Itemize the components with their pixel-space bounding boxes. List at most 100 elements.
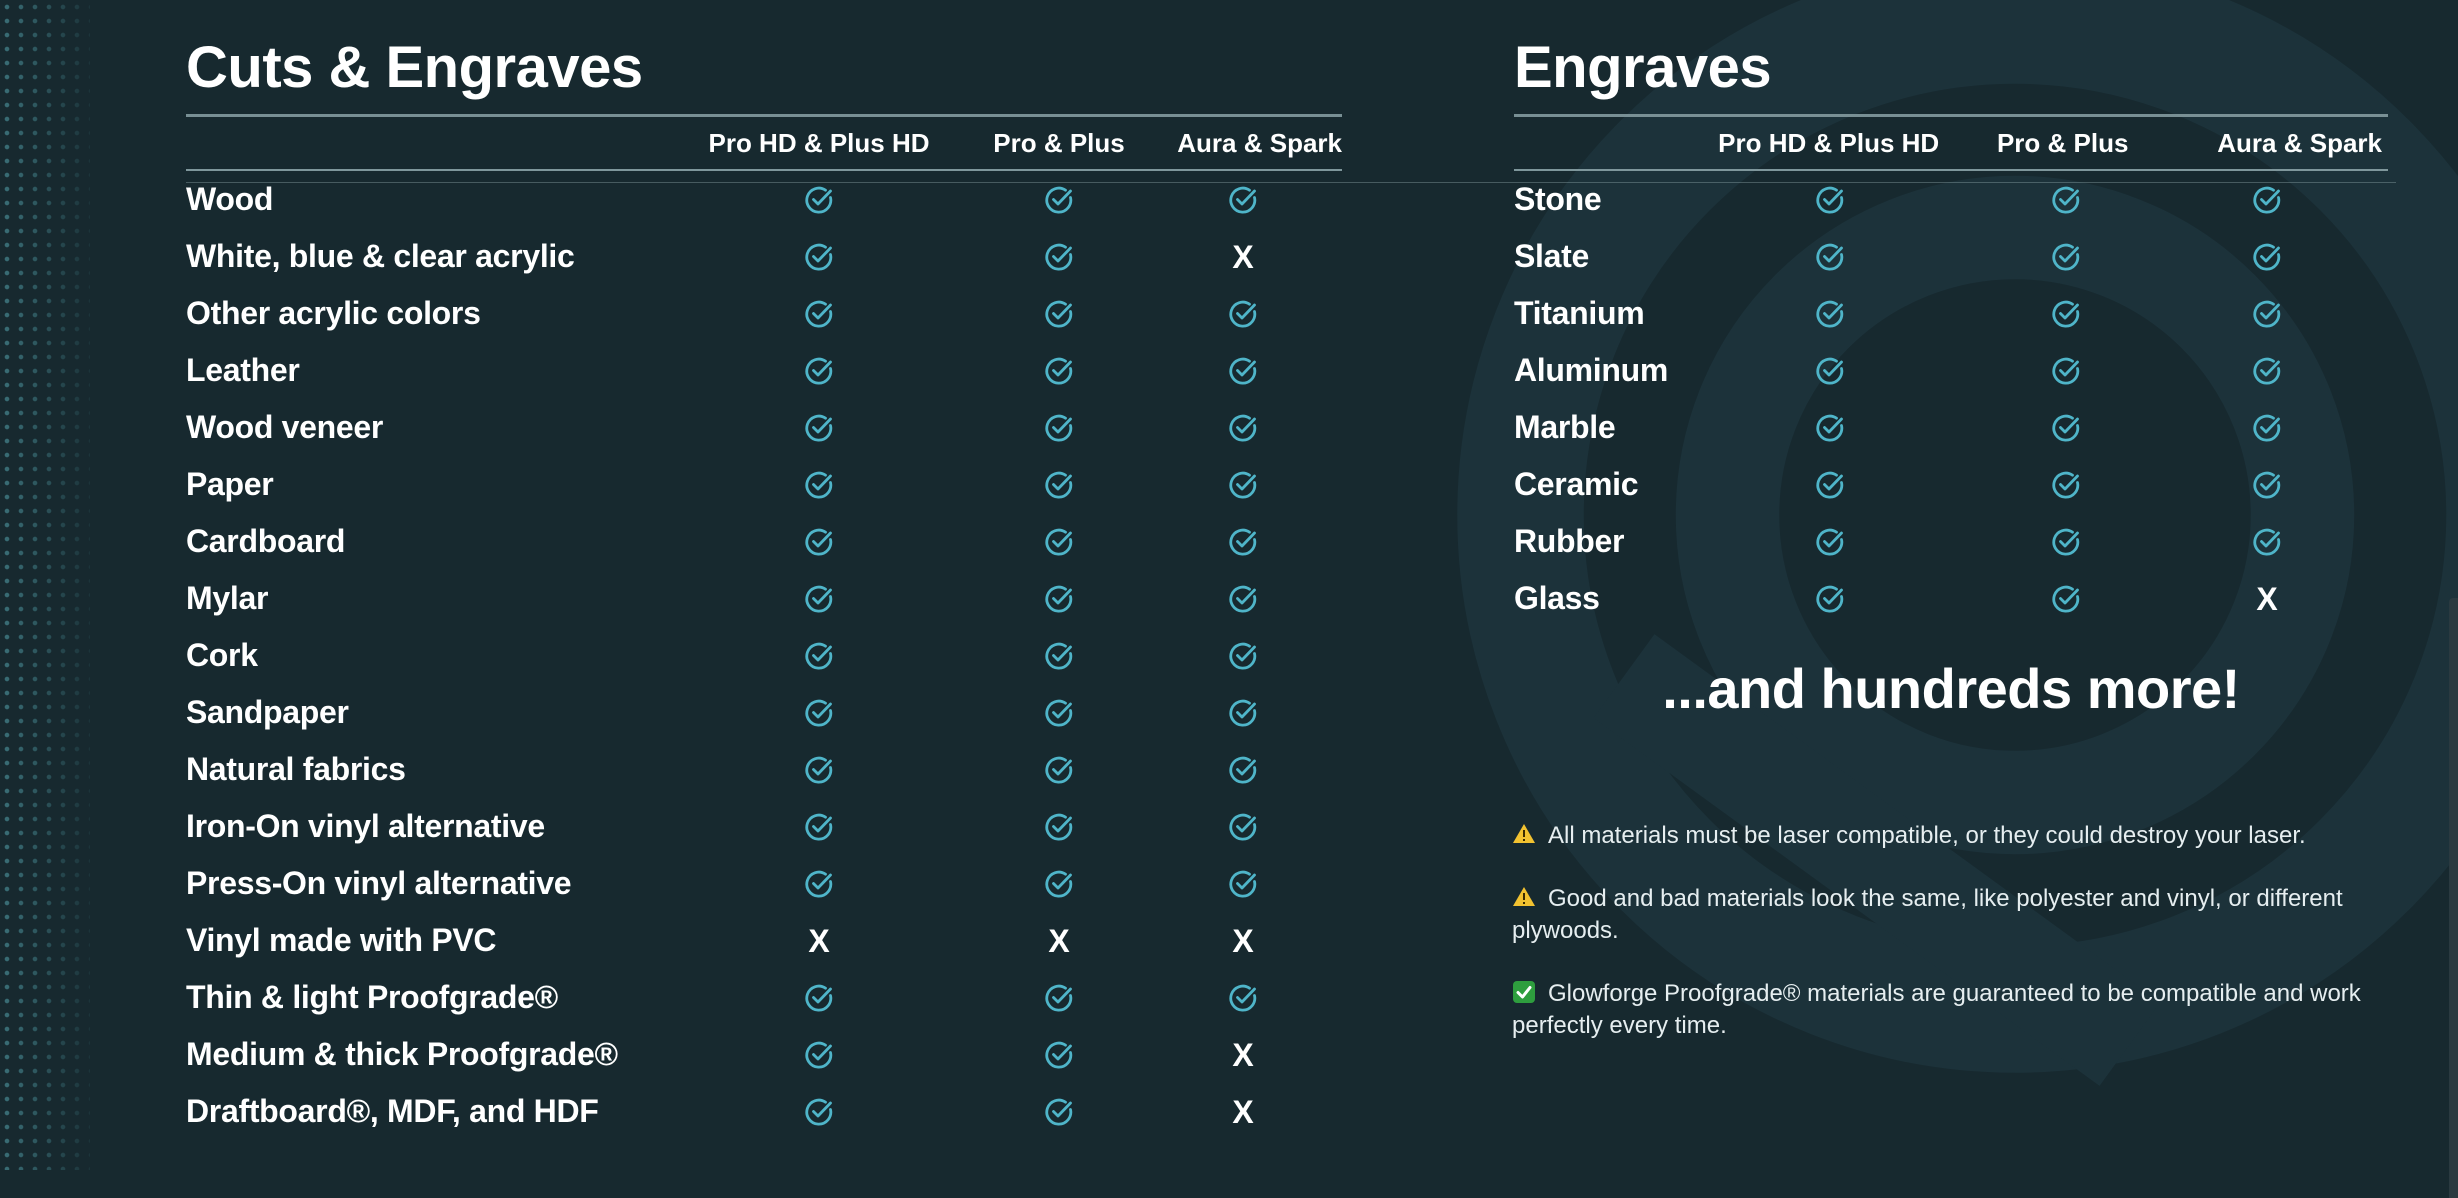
support-cell	[1674, 185, 1986, 215]
support-cell	[974, 527, 1144, 557]
material-label: Other acrylic colors	[186, 295, 664, 332]
support-cell	[1144, 185, 1342, 215]
support-cell	[974, 983, 1144, 1013]
support-cell	[1986, 185, 2146, 215]
material-label: Vinyl made with PVC	[186, 922, 664, 959]
x-mark-icon: X	[808, 925, 829, 957]
table-row: Titanium	[1514, 285, 2388, 342]
check-circle-icon	[1815, 470, 1845, 500]
support-cell	[1986, 584, 2146, 614]
table-row: Iron-On vinyl alternative	[186, 798, 1342, 855]
support-cell	[974, 1097, 1144, 1127]
check-circle-icon	[804, 869, 834, 899]
dot-pattern-decoration	[0, 0, 90, 1170]
table-row: Aluminum	[1514, 342, 2388, 399]
table-row: Wood veneer	[186, 399, 1342, 456]
check-circle-icon	[1228, 413, 1258, 443]
check-circle-icon	[804, 413, 834, 443]
check-circle-icon	[804, 299, 834, 329]
material-label: Medium & thick Proofgrade®	[186, 1036, 664, 1073]
support-cell	[974, 1040, 1144, 1070]
engraves-table: Engraves Pro HD & Plus HD Pro & Plus Aur…	[1514, 34, 2388, 627]
material-label: Press-On vinyl alternative	[186, 865, 664, 902]
table-row: Slate	[1514, 228, 2388, 285]
check-circle-icon	[2252, 413, 2282, 443]
support-cell	[974, 356, 1144, 386]
table-row: Mylar	[186, 570, 1342, 627]
table-row: Wood	[186, 171, 1342, 228]
support-cell	[664, 356, 974, 386]
check-circle-icon	[804, 983, 834, 1013]
material-label: Natural fabrics	[186, 751, 664, 788]
check-circle-icon	[1044, 470, 1074, 500]
support-cell	[664, 812, 974, 842]
table-row: White, blue & clear acrylic X	[186, 228, 1342, 285]
support-cell	[1986, 470, 2146, 500]
support-cell	[974, 413, 1144, 443]
material-label: White, blue & clear acrylic	[186, 238, 664, 275]
column-header-pro: Pro & Plus	[974, 128, 1144, 159]
x-mark-icon: X	[1232, 925, 1253, 957]
material-label: Rubber	[1514, 523, 1674, 560]
table-body: Wood White, blue & clear acrylic X Other ac…	[186, 171, 1342, 1140]
check-circle-icon	[804, 470, 834, 500]
check-circle-icon	[1228, 584, 1258, 614]
support-cell	[1144, 413, 1342, 443]
table-row: Medium & thick Proofgrade®X	[186, 1026, 1342, 1083]
table-row: Ceramic	[1514, 456, 2388, 513]
check-circle-icon	[2051, 242, 2081, 272]
support-cell	[2146, 356, 2388, 386]
check-circle-icon	[1044, 299, 1074, 329]
check-circle-icon	[1815, 413, 1845, 443]
check-circle-icon	[1044, 641, 1074, 671]
check-circle-icon	[2051, 584, 2081, 614]
column-header-aura: Aura & Spark	[2142, 128, 2388, 159]
material-label: Glass	[1514, 580, 1674, 617]
support-cell	[1674, 356, 1986, 386]
support-cell	[1986, 356, 2146, 386]
check-circle-icon	[1228, 983, 1258, 1013]
column-header-pro-hd: Pro HD & Plus HD	[1674, 128, 1983, 159]
support-cell	[974, 242, 1144, 272]
material-label: Slate	[1514, 238, 1674, 275]
scrollbar[interactable]	[2449, 598, 2458, 1198]
check-circle-icon	[2252, 299, 2282, 329]
support-cell	[664, 185, 974, 215]
support-cell	[974, 641, 1144, 671]
check-circle-icon	[1044, 527, 1074, 557]
check-circle-icon	[1815, 185, 1845, 215]
support-cell	[1144, 812, 1342, 842]
support-cell: X	[1144, 241, 1342, 273]
material-label: Ceramic	[1514, 466, 1674, 503]
check-circle-icon	[804, 698, 834, 728]
material-label: Leather	[186, 352, 664, 389]
note-item: All materials must be laser compatible, …	[1512, 820, 2392, 852]
support-cell	[974, 812, 1144, 842]
support-cell	[1144, 698, 1342, 728]
check-circle-icon	[804, 755, 834, 785]
support-cell	[1674, 242, 1986, 272]
support-cell	[1674, 470, 1986, 500]
check-circle-icon	[1228, 356, 1258, 386]
check-circle-icon	[804, 641, 834, 671]
support-cell	[1986, 299, 2146, 329]
check-circle-icon	[804, 356, 834, 386]
material-label: Cork	[186, 637, 664, 674]
support-cell	[664, 641, 974, 671]
check-circle-icon	[1228, 185, 1258, 215]
table-row: Thin & light Proofgrade®	[186, 969, 1342, 1026]
table-row: Other acrylic colors	[186, 285, 1342, 342]
check-circle-icon	[1228, 641, 1258, 671]
check-circle-icon	[1044, 812, 1074, 842]
support-cell	[664, 413, 974, 443]
table-header: Pro HD & Plus HD Pro & Plus Aura & Spark	[186, 117, 1342, 171]
check-circle-icon	[1815, 356, 1845, 386]
table-row: Paper	[186, 456, 1342, 513]
check-circle-icon	[804, 1097, 834, 1127]
material-label: Aluminum	[1514, 352, 1674, 389]
check-circle-icon	[1228, 527, 1258, 557]
support-cell: X	[664, 925, 974, 957]
title-rule	[1514, 114, 2388, 117]
material-label: Wood	[186, 181, 664, 218]
check-circle-icon	[2051, 413, 2081, 443]
